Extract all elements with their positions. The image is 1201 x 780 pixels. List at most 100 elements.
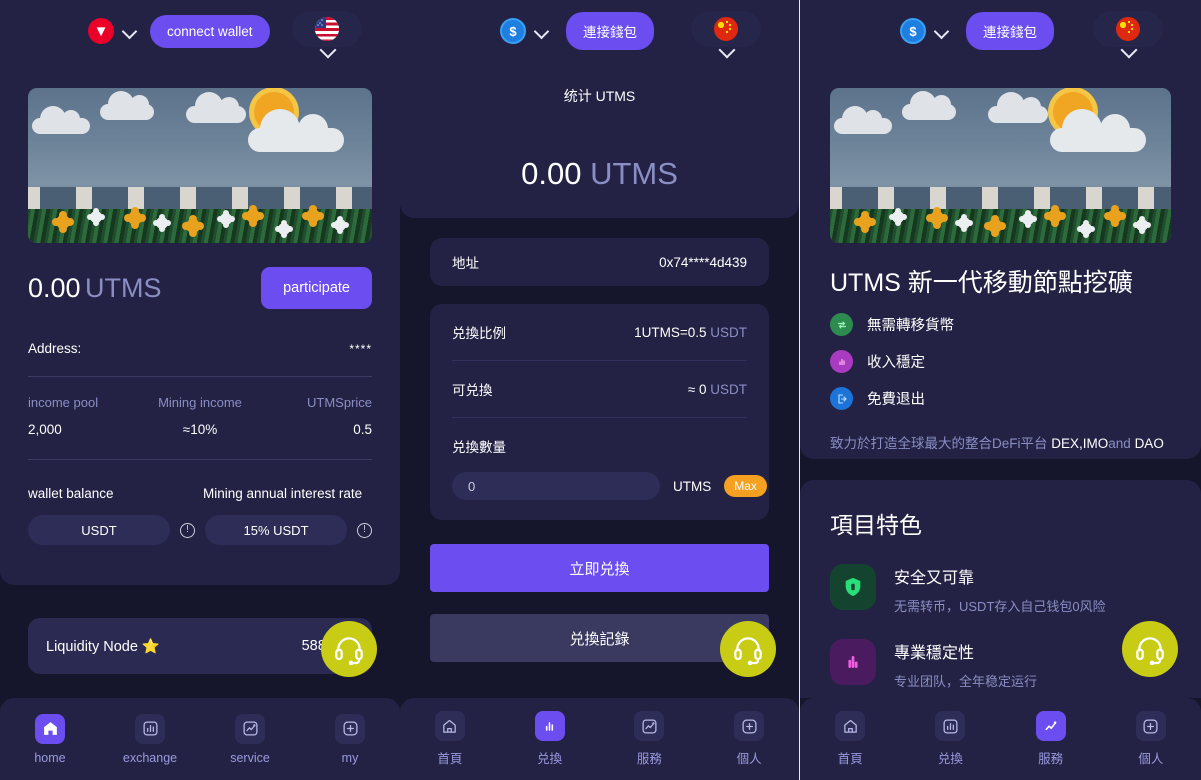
stats-headers: income pool Mining income UTMSprice xyxy=(28,395,372,410)
address-value: 0x74****4d439 xyxy=(659,254,747,270)
connect-wallet-button[interactable]: 連接錢包 xyxy=(566,12,654,50)
trend-line-icon xyxy=(634,711,665,741)
nav-item-exchange[interactable]: 兑換 xyxy=(500,711,600,767)
divider xyxy=(28,376,372,377)
plus-square-icon xyxy=(335,713,365,744)
nav-item-home[interactable]: 首頁 xyxy=(400,711,500,767)
amount-input-row: UTMS Max xyxy=(452,472,767,500)
nav-item-my[interactable]: 個人 xyxy=(699,711,799,767)
nav-item-service[interactable]: service xyxy=(200,713,300,765)
nav-item-service[interactable]: 服務 xyxy=(600,711,700,767)
big-amount-unit: UTMS xyxy=(590,156,678,191)
connect-wallet-button[interactable]: connect wallet xyxy=(150,14,270,48)
big-amount-value: 0.00 xyxy=(521,156,582,191)
nav-label-service: service xyxy=(230,750,270,765)
nav-label-service: 服務 xyxy=(636,752,662,766)
usd-coin-icon: $ xyxy=(500,18,526,44)
shield-lock-icon xyxy=(830,564,876,610)
rate-value-group: 1UTMS=0.5 USDT xyxy=(634,325,747,340)
nav-label-home: 首頁 xyxy=(837,752,863,766)
nav-item-my[interactable]: 個人 xyxy=(1101,711,1201,767)
wallet-balance-field[interactable]: USDT xyxy=(28,515,170,545)
nav-label-exchange: 兑換 xyxy=(537,752,563,766)
exit-icon xyxy=(830,387,853,410)
bottom-nav-right: 首頁 兑換 服務 個人 xyxy=(800,698,1201,780)
info-icon[interactable]: ! xyxy=(180,522,195,538)
chevron-down-icon[interactable] xyxy=(935,25,948,38)
nav-label-service: 服務 xyxy=(1038,752,1064,766)
participate-button[interactable]: participate xyxy=(261,267,372,309)
panel-left: ▼ connect wallet 0.00 UTMS participate A… xyxy=(0,0,400,780)
tron-icon: ▼ xyxy=(88,18,114,44)
subtitle-highlight-2: DAO xyxy=(1134,436,1164,451)
address-row: Address: **** xyxy=(28,341,372,356)
nav-label-my: 個人 xyxy=(1138,752,1164,766)
nav-item-my[interactable]: my xyxy=(300,713,400,765)
transfer-icon xyxy=(830,313,853,336)
hero-illustration xyxy=(28,88,372,243)
nav-item-home[interactable]: 首頁 xyxy=(800,711,900,767)
liquidity-node-label: Liquidity Node ⭐ xyxy=(46,638,160,655)
support-button[interactable] xyxy=(321,621,377,677)
support-button[interactable] xyxy=(1122,621,1178,677)
stats-values: 2,000 ≈10% 0.5 xyxy=(28,422,372,437)
right-header: $ 連接錢包 xyxy=(800,0,1201,62)
section-title: 項目特色 xyxy=(830,512,922,538)
rate-value: 1UTMS=0.5 xyxy=(634,324,707,340)
headset-icon xyxy=(1136,637,1164,665)
divider xyxy=(28,459,372,460)
bottom-nav-left: home exchange service my xyxy=(0,698,400,780)
cloud-icon xyxy=(32,106,90,134)
rate-label: 兑換比例 xyxy=(452,326,506,341)
exchange-history-button[interactable]: 兑換記錄 xyxy=(430,614,769,662)
chain-selector[interactable]: ▼ xyxy=(88,18,136,44)
panel-mid: $ 連接錢包 统计 UTMS 0.00 UTMS 地址 0x74****4d43… xyxy=(400,0,800,780)
feature-row: 收入穩定 xyxy=(830,350,1171,373)
big-feature-text: 專業穩定性 专业团队，全年稳定运行 xyxy=(894,639,1037,690)
max-button[interactable]: Max xyxy=(724,475,767,497)
language-chevron-down-icon[interactable] xyxy=(719,44,735,54)
nav-item-service[interactable]: 服務 xyxy=(1001,711,1101,767)
nav-item-home[interactable]: home xyxy=(0,713,100,765)
cloud-icon xyxy=(100,91,154,120)
stat-header-mining-income: Mining income xyxy=(158,395,242,410)
feature-label: 無需轉移貨幣 xyxy=(867,318,954,334)
language-chevron-down-icon[interactable] xyxy=(1121,44,1137,54)
available-unit: USDT xyxy=(710,381,747,397)
wallet-headers: wallet balance Mining annual interest ra… xyxy=(28,486,372,501)
subtitle: 致力於打造全球最大的整合DeFi平台 DEX,IMOand DAO xyxy=(830,432,1171,452)
home-icon xyxy=(35,713,65,744)
chain-selector[interactable]: $ xyxy=(900,18,948,44)
subtitle-part-2: and xyxy=(1108,436,1135,451)
nav-item-exchange[interactable]: 兑換 xyxy=(900,711,1000,767)
panel-right: $ 連接錢包 UTMS 新一代移動節點挖礦 無需轉移貨幣 收入穩定 免費退出 致… xyxy=(800,0,1201,780)
amount-block: 兑換數量 UTMS Max xyxy=(430,418,769,520)
stat-value-utms-price: 0.5 xyxy=(353,422,373,437)
chevron-down-icon[interactable] xyxy=(123,25,136,38)
feature-row: 無需轉移貨幣 xyxy=(830,313,1171,336)
support-button[interactable] xyxy=(720,621,776,677)
us-flag-icon xyxy=(315,17,339,41)
mining-rate-field[interactable]: 15% USDT xyxy=(205,515,347,545)
connect-wallet-button[interactable]: 連接錢包 xyxy=(966,12,1054,50)
nav-item-exchange[interactable]: exchange xyxy=(100,713,200,765)
chevron-down-icon[interactable] xyxy=(535,25,548,38)
nav-label-home: 首頁 xyxy=(437,752,463,766)
cloud-icon xyxy=(834,106,892,134)
nav-label-exchange: exchange xyxy=(122,750,178,765)
chain-selector[interactable]: $ xyxy=(500,18,548,44)
exchange-now-button[interactable]: 立即兑換 xyxy=(430,544,769,592)
trend-line-icon xyxy=(235,713,265,744)
chart-bars-icon xyxy=(830,350,853,373)
language-chevron-down-icon[interactable] xyxy=(320,44,336,54)
info-icon[interactable]: ! xyxy=(357,522,372,538)
rate-row: 兑換比例 1UTMS=0.5 USDT xyxy=(430,304,769,360)
stat-header-income-pool: income pool xyxy=(28,395,99,410)
amount-input[interactable] xyxy=(452,472,660,500)
feature-label: 收入穩定 xyxy=(867,355,925,371)
feature-row: 免費退出 xyxy=(830,387,1171,410)
available-value: ≈ 0 xyxy=(687,381,707,397)
chart-bars-icon xyxy=(534,711,565,741)
big-amount-display: 0.00 UTMS xyxy=(400,156,799,192)
address-label: 地址 xyxy=(452,256,479,271)
